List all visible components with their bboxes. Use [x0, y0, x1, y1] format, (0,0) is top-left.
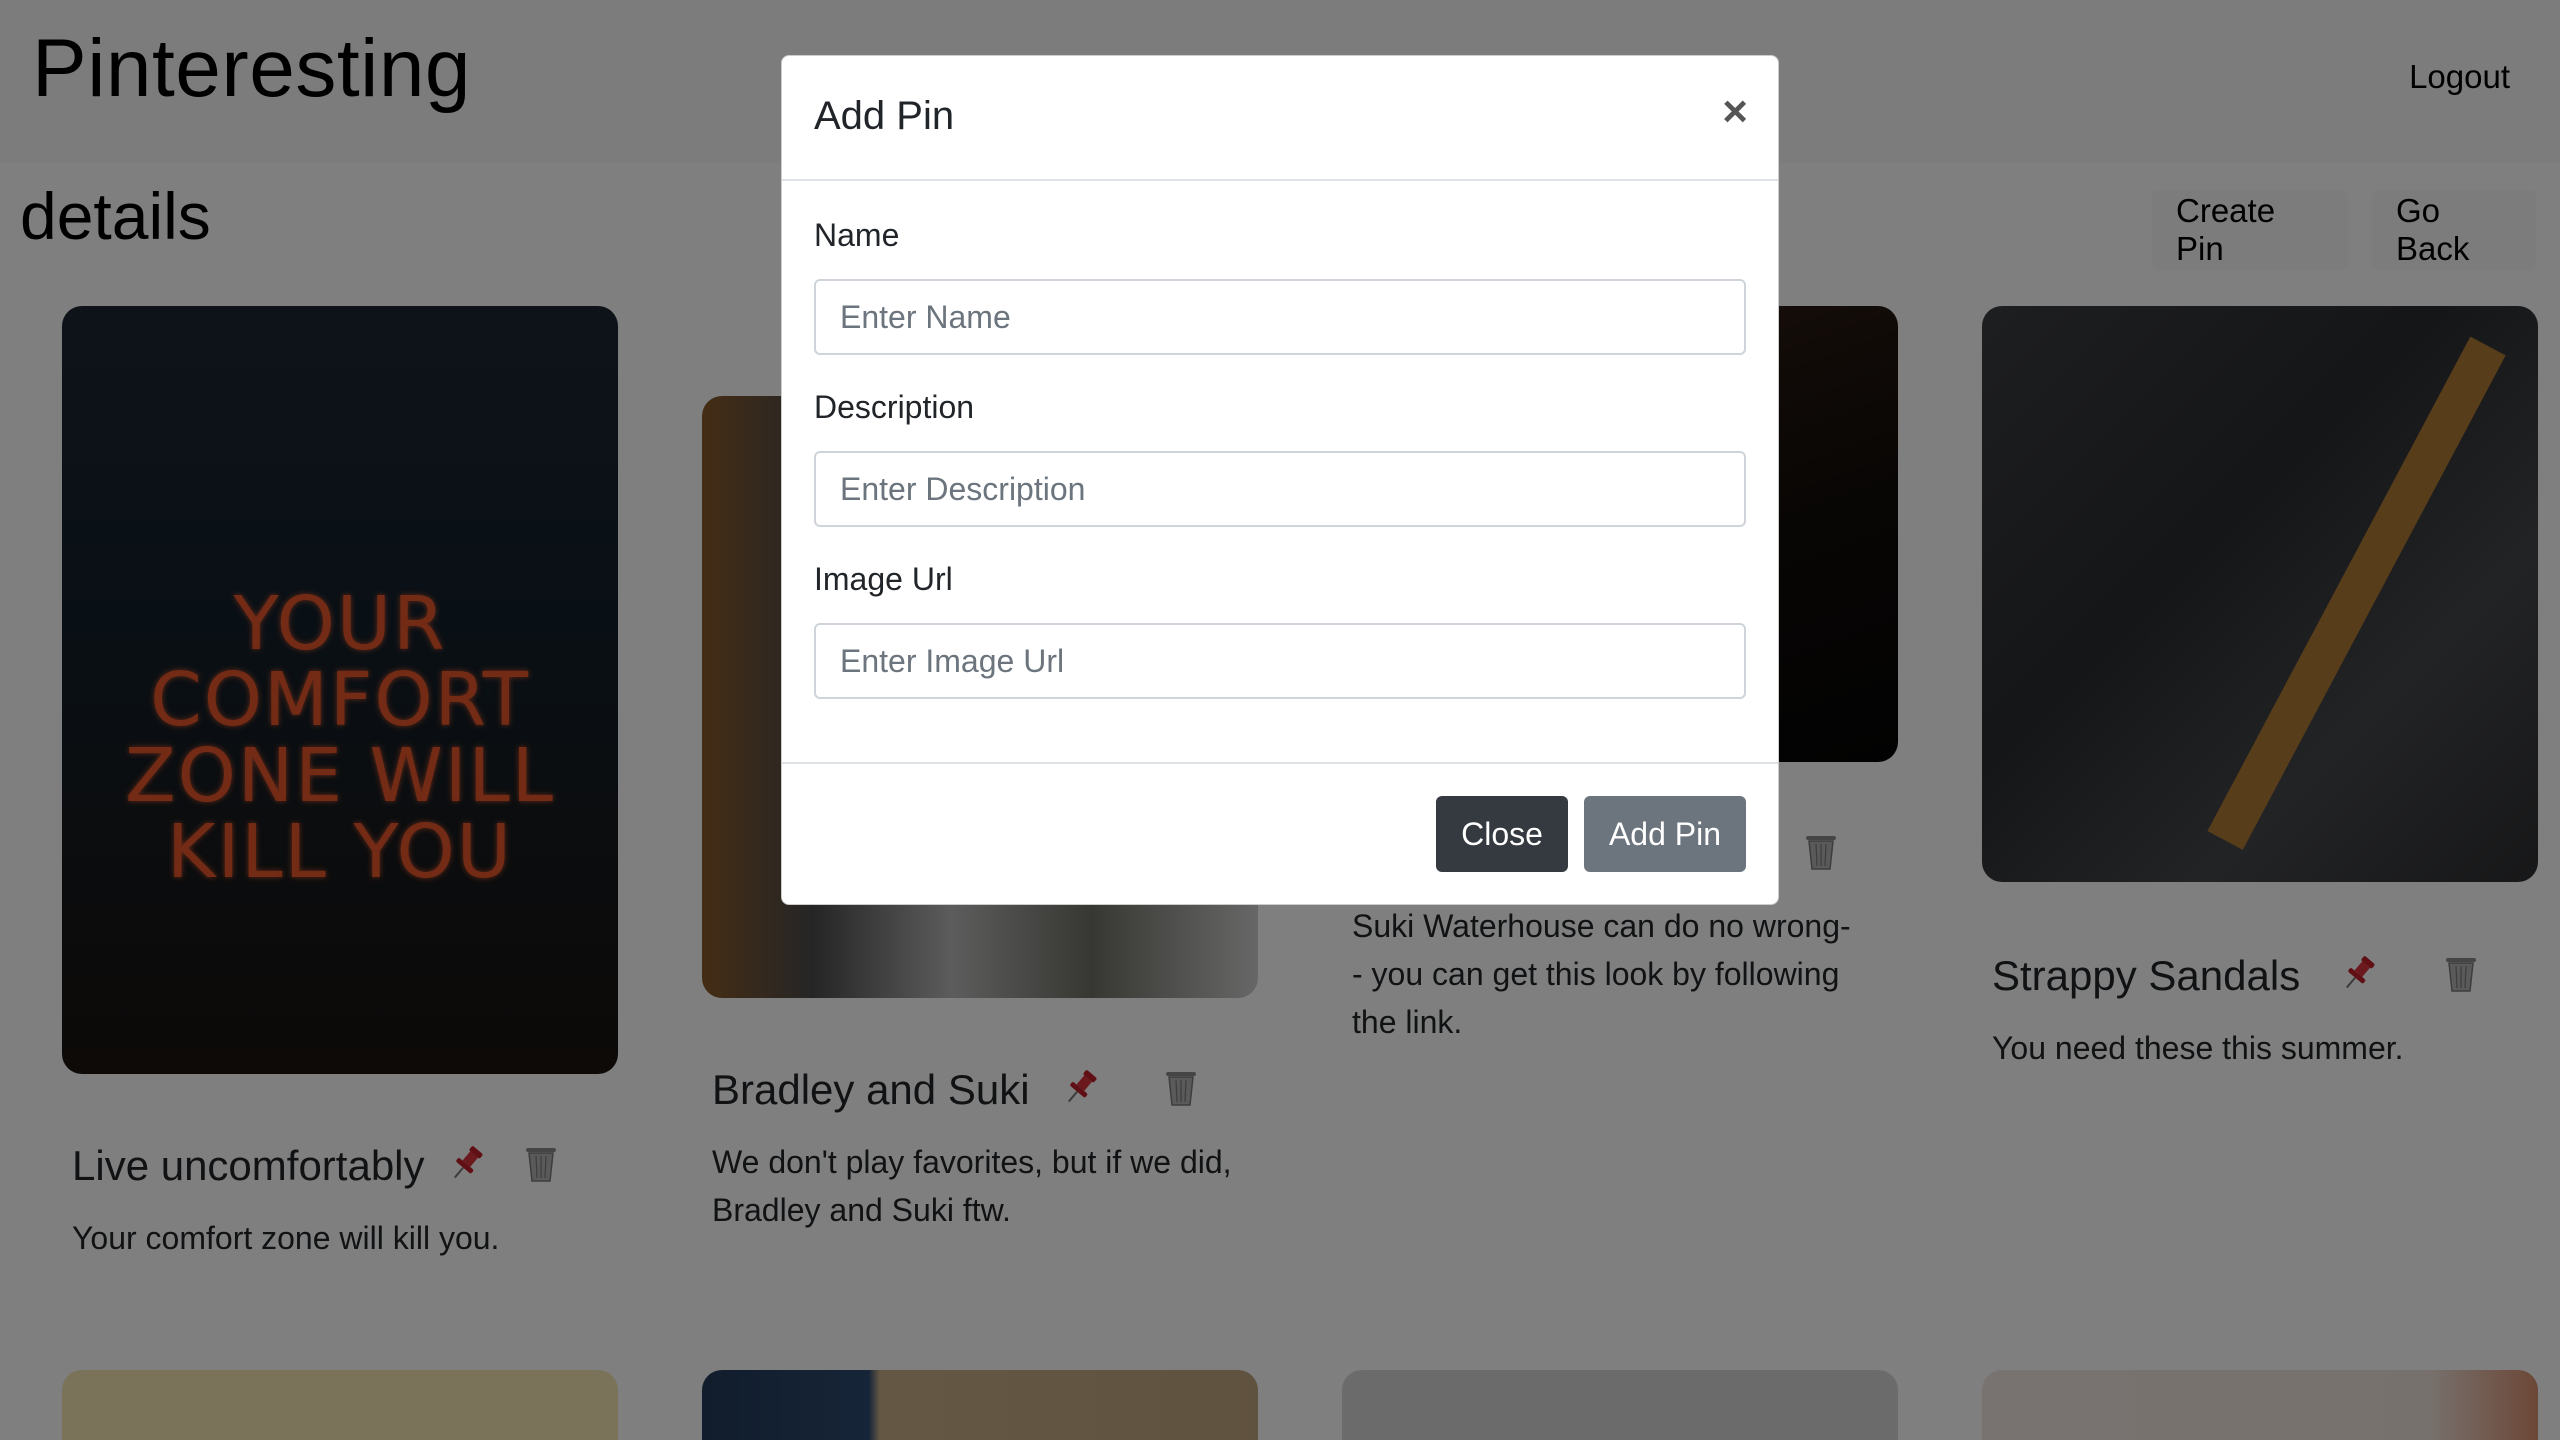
modal-title: Add Pin — [814, 94, 955, 138]
description-label: Description — [814, 389, 975, 425]
add-pin-button[interactable]: Add Pin — [1584, 796, 1746, 872]
description-input[interactable] — [814, 451, 1746, 527]
close-icon[interactable]: × — [1722, 90, 1748, 134]
modal-header: Add Pin × — [782, 56, 1778, 181]
name-input[interactable] — [814, 279, 1746, 355]
close-button[interactable]: Close — [1436, 796, 1568, 872]
add-pin-modal: Add Pin × Name Description Image Url — [781, 55, 1779, 905]
name-label: Name — [814, 217, 900, 253]
image-url-label: Image Url — [814, 561, 953, 597]
image-url-input[interactable] — [814, 623, 1746, 699]
